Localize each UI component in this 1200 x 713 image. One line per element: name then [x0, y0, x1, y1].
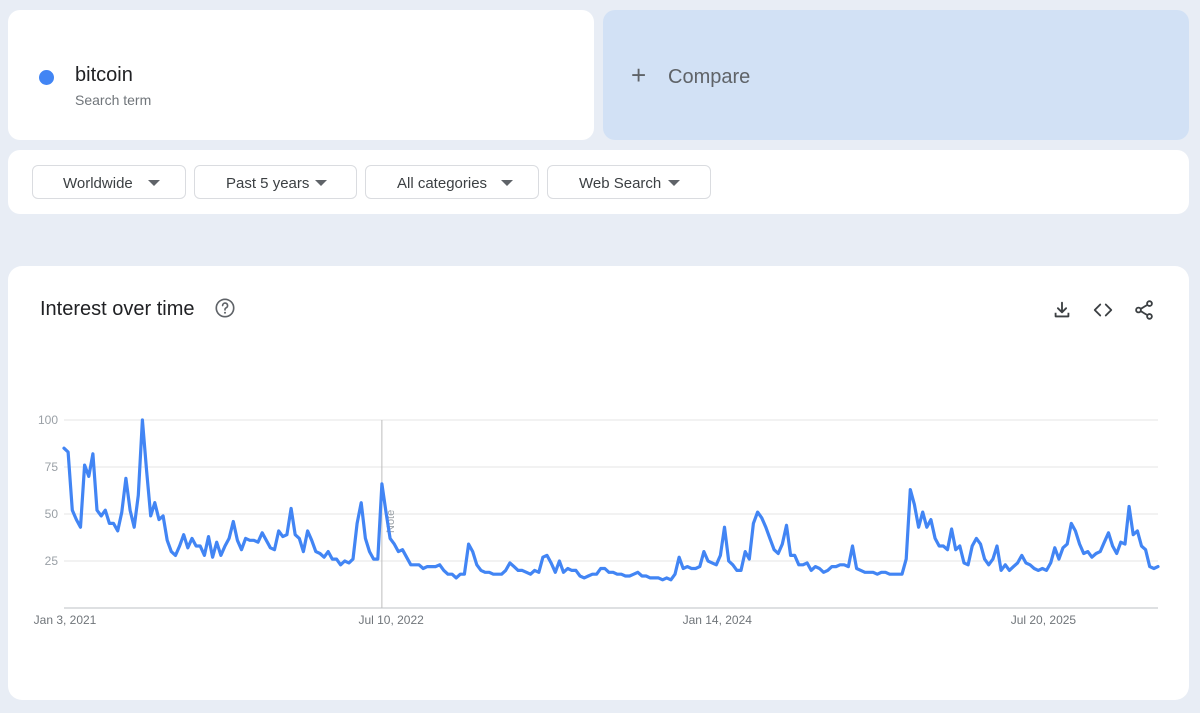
plus-icon: + [631, 60, 647, 90]
x-tick-label: Jan 14, 2024 [683, 613, 753, 627]
interest-over-time-card: Interest over time 25 50 75 100 Jan 3, 2021 J… [8, 266, 1189, 700]
compare-button[interactable]: + Compare [603, 10, 1189, 140]
search-type-filter-label: Web Search [579, 175, 662, 192]
category-filter-dropdown[interactable]: All categories [365, 165, 539, 199]
time-range-filter-label: Past 5 years [226, 175, 310, 192]
y-tick-label: 25 [45, 554, 59, 568]
interest-line-chart[interactable]: 25 50 75 100 Jan 3, 2021 Jul 10, 2022 Jan 14, … [8, 266, 1189, 700]
search-term-name[interactable]: bitcoin [75, 64, 133, 87]
time-range-filter-dropdown[interactable]: Past 5 years [194, 165, 357, 199]
chevron-down-icon [668, 180, 680, 186]
search-term-card[interactable]: bitcoin Search term [8, 10, 594, 140]
chevron-down-icon [501, 180, 513, 186]
chevron-down-icon [315, 180, 327, 186]
x-tick-label: Jul 10, 2022 [358, 613, 424, 627]
x-tick-label: Jan 3, 2021 [34, 613, 97, 627]
search-term-color-dot [39, 70, 54, 85]
search-type-filter-dropdown[interactable]: Web Search [547, 165, 711, 199]
compare-label: Compare [668, 66, 751, 88]
y-tick-label: 100 [38, 413, 58, 427]
region-filter-label: Worldwide [63, 175, 133, 192]
y-tick-label: 50 [45, 507, 59, 521]
y-tick-label: 75 [45, 460, 59, 474]
x-tick-label: Jul 20, 2025 [1011, 613, 1077, 627]
region-filter-dropdown[interactable]: Worldwide [32, 165, 186, 199]
category-filter-label: All categories [397, 175, 488, 192]
series-line-bitcoin [62, 418, 1160, 582]
search-term-subtitle: Search term [75, 92, 152, 108]
filter-bar: Worldwide Past 5 years All categories We… [8, 150, 1189, 214]
chevron-down-icon [148, 180, 160, 186]
